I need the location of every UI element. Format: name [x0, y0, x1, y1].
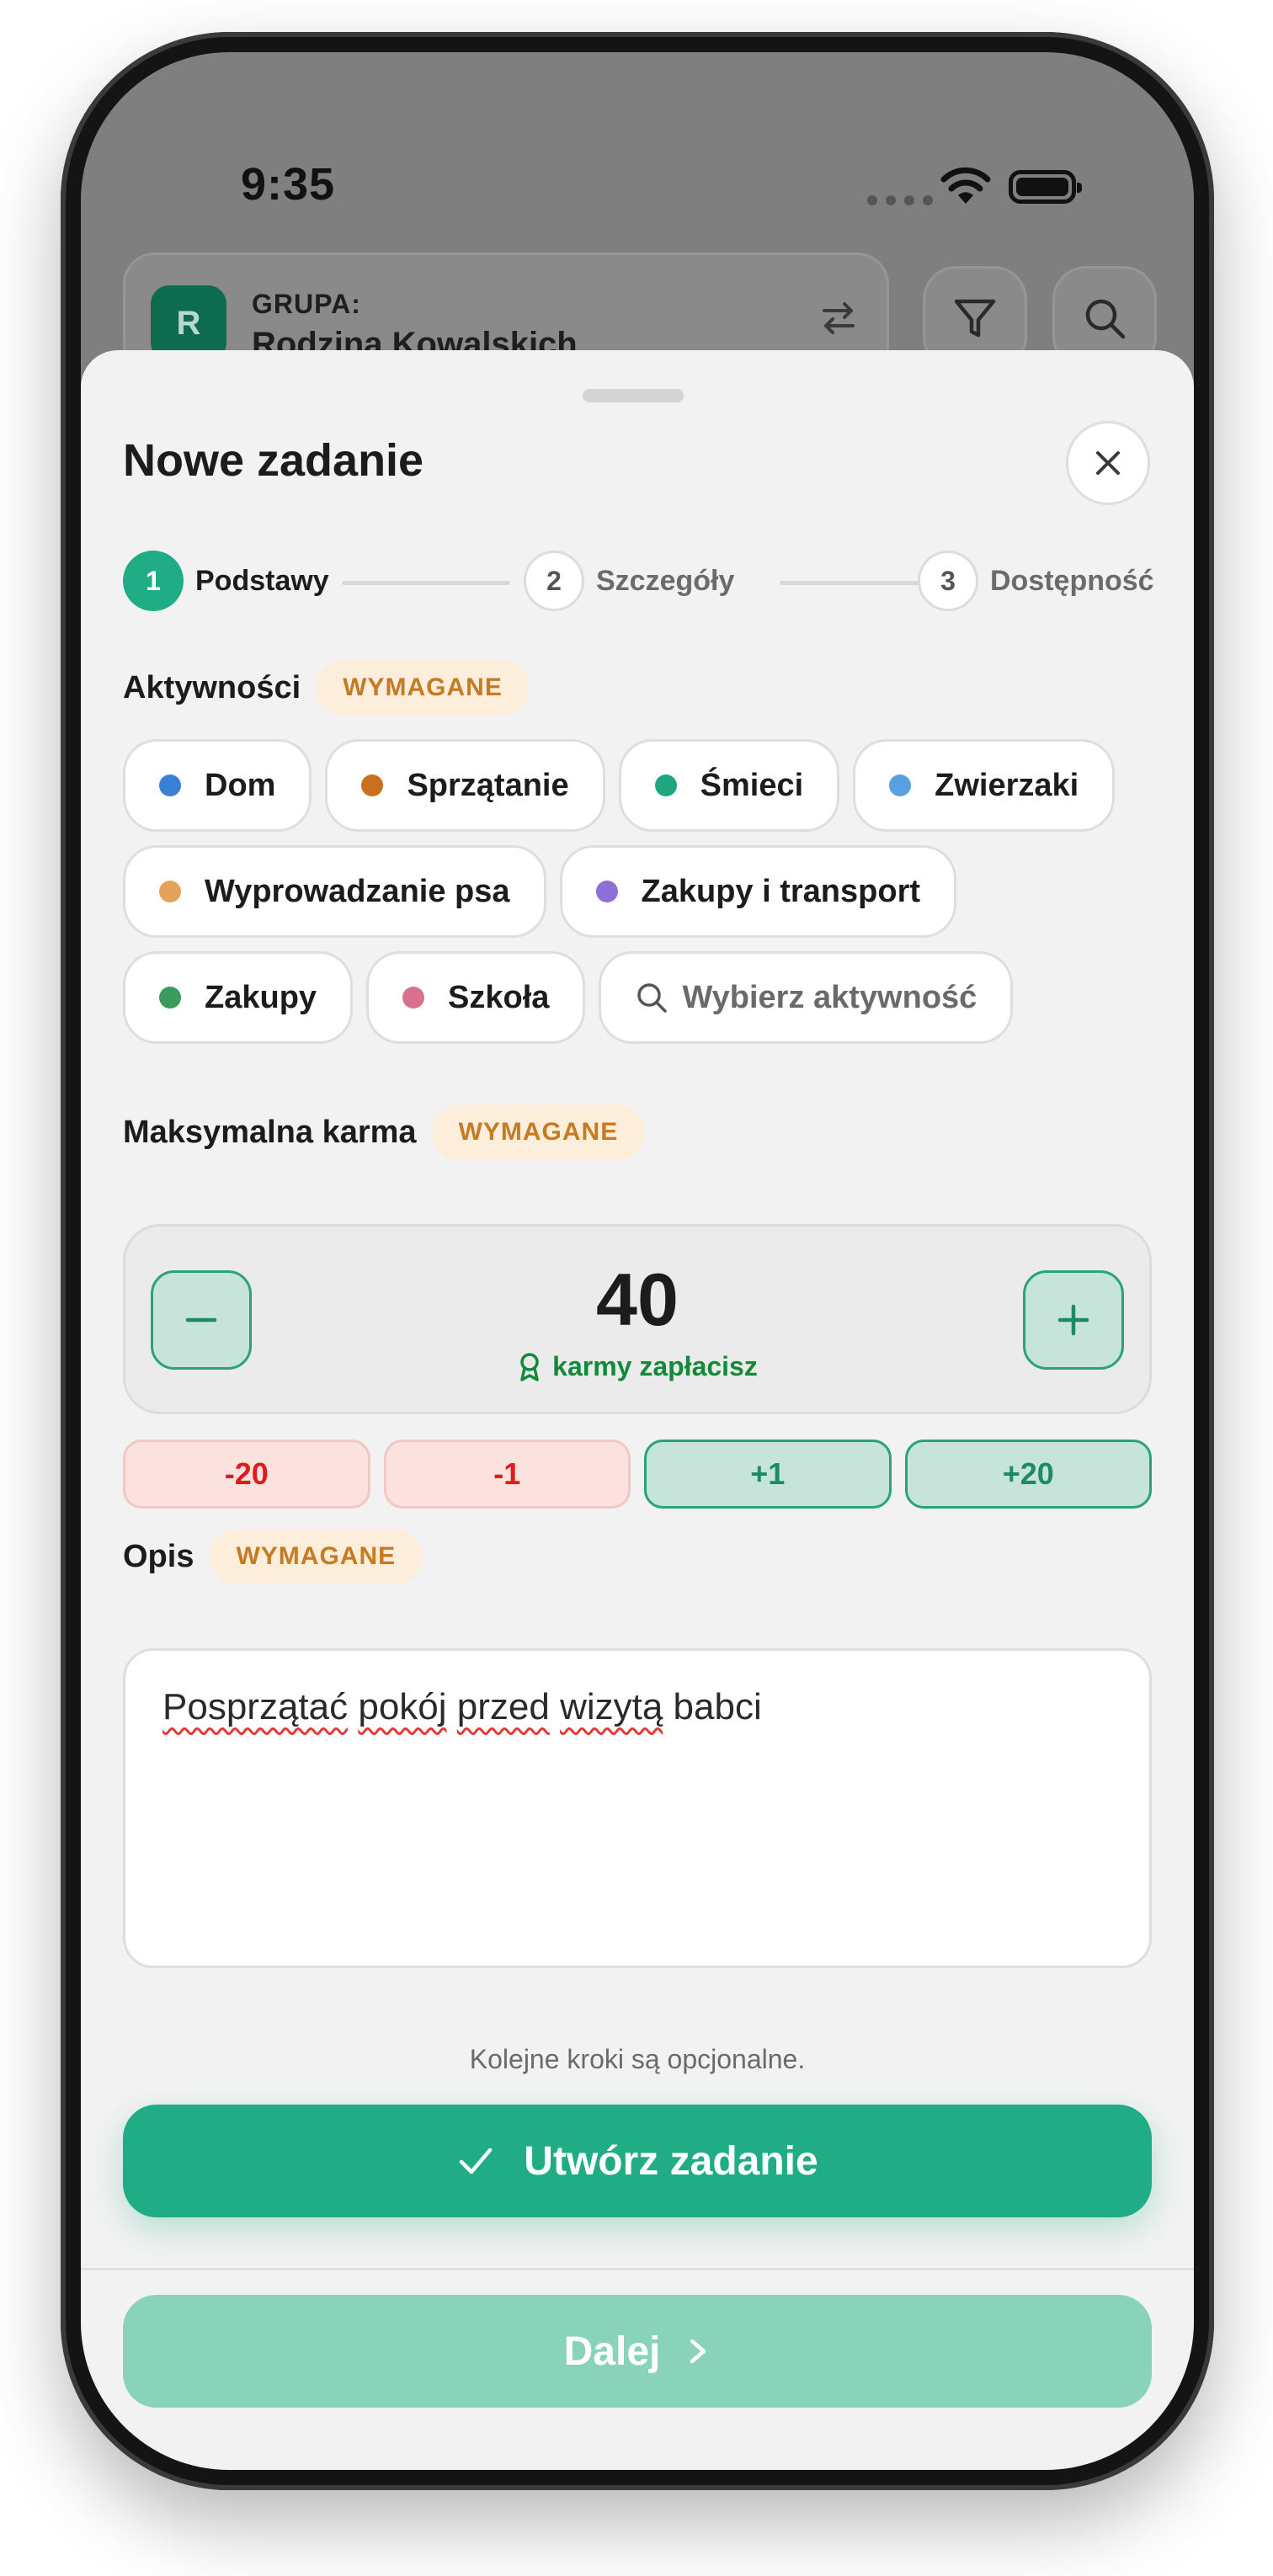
screen: 9:35 R GRUPA: Rodzina Kowalskich Nowe za… — [81, 52, 1194, 2470]
color-dot — [889, 774, 912, 796]
misspelled-word: pokój — [358, 1686, 447, 1727]
description-textarea[interactable]: Posprzątać pokój przed wizytą babci — [123, 1648, 1152, 1968]
step-1-number: 1 — [123, 551, 184, 611]
chip-label: Sprzątanie — [407, 767, 569, 803]
color-dot — [159, 774, 181, 796]
chip-label: Śmieci — [700, 767, 804, 803]
battery-icon — [1009, 170, 1082, 204]
karma-plus-20-button[interactable]: +20 — [904, 1440, 1152, 1509]
divider — [81, 2268, 1194, 2270]
chip-label: Dom — [205, 767, 276, 803]
checkmark-icon — [460, 2148, 493, 2174]
swap-icon — [823, 302, 855, 334]
step-2-label: Szczegóły — [596, 564, 735, 597]
color-dot — [654, 774, 677, 796]
activity-chip-dom[interactable]: Dom — [123, 739, 312, 832]
karma-minus-20-button[interactable]: -20 — [123, 1440, 370, 1509]
text-space — [550, 1686, 560, 1727]
karma-title: Maksymalna karma — [123, 1114, 417, 1150]
step-3-label: Dostępność — [990, 564, 1154, 597]
activity-chip-sprzatanie[interactable]: Sprzątanie — [325, 739, 605, 832]
activity-chip-zakupy-i-transport[interactable]: Zakupy i transport — [559, 845, 957, 938]
color-dot — [595, 881, 618, 902]
sheet-grabber[interactable] — [583, 389, 684, 402]
wifi-icon — [940, 167, 991, 204]
chevron-right-icon — [690, 2339, 706, 2364]
description-label: Opis WYMAGANE — [123, 1529, 423, 1584]
color-dot — [159, 881, 181, 902]
step-1-label: Podstawy — [195, 564, 329, 597]
group-label: GRUPA: — [252, 289, 361, 319]
activity-chip-zakupy[interactable]: Zakupy — [123, 951, 354, 1044]
phone-frame: 9:35 R GRUPA: Rodzina Kowalskich Nowe za… — [61, 32, 1214, 2490]
karma-plus-1-button[interactable]: +1 — [644, 1440, 892, 1509]
activity-search-placeholder: Wybierz aktywność — [682, 979, 977, 1015]
activity-chip-zwierzaki[interactable]: Zwierzaki — [853, 739, 1116, 832]
misspelled-word: wizytą — [560, 1686, 663, 1727]
karma-label: Maksymalna karma WYMAGANE — [123, 1104, 646, 1160]
chip-label: Zakupy i transport — [641, 873, 921, 909]
karma-value: 40 — [596, 1258, 679, 1341]
karma-minus-1-button[interactable]: -1 — [383, 1440, 631, 1509]
karma-caption: karmy zapłacisz — [552, 1351, 758, 1381]
required-badge: WYMAGANE — [316, 660, 530, 716]
close-icon — [1096, 451, 1120, 475]
color-dot — [361, 774, 384, 796]
misspelled-word: Posprzątać — [162, 1686, 349, 1727]
activities-title: Aktywności — [123, 669, 301, 705]
next-label: Dalej — [563, 2329, 661, 2374]
required-badge: WYMAGANE — [431, 1104, 646, 1160]
text-space — [348, 1686, 358, 1727]
new-task-sheet: Nowe zadanie 1 Podstawy 2 Szczegóły 3 Do… — [81, 350, 1194, 2470]
chip-label: Zakupy — [205, 979, 317, 1015]
chip-label: Szkoła — [448, 979, 550, 1015]
increment-button[interactable] — [1023, 1270, 1124, 1370]
color-dot — [159, 987, 181, 1009]
status-time: 9:35 — [241, 159, 336, 210]
step-1[interactable]: 1 Podstawy — [123, 551, 329, 611]
required-badge: WYMAGANE — [209, 1529, 423, 1584]
activity-chip-smieci[interactable]: Śmieci — [618, 739, 840, 832]
description-title: Opis — [123, 1538, 194, 1574]
create-task-button[interactable]: Utwórz zadanie — [123, 2105, 1152, 2217]
step-2-number: 2 — [524, 551, 584, 611]
activity-chip-szkola[interactable]: Szkoła — [366, 951, 586, 1044]
create-task-label: Utwórz zadanie — [524, 2138, 818, 2184]
karma-stepper: 40 karmy zapłacisz — [123, 1224, 1152, 1414]
award-icon — [520, 1352, 539, 1381]
filter-icon — [954, 299, 996, 338]
activity-chip-wyprowadzanie-psa[interactable]: Wyprowadzanie psa — [123, 845, 546, 938]
karma-caption-row: karmy zapłacisz — [125, 1351, 1149, 1382]
step-3-number: 3 — [918, 551, 978, 611]
color-dot — [402, 987, 425, 1009]
step-indicator: 1 Podstawy 2 Szczegóły 3 Dostępność — [123, 551, 1154, 615]
chip-label: Zwierzaki — [935, 767, 1079, 803]
step-2[interactable]: 2 Szczegóły — [524, 551, 734, 611]
next-button[interactable]: Dalej — [123, 2295, 1152, 2408]
step-3[interactable]: 3 Dostępność — [918, 551, 1154, 611]
optional-steps-hint: Kolejne kroki są opcjonalne. — [469, 2044, 806, 2074]
karma-quick-adjust: -20 -1 +1 +20 — [123, 1440, 1152, 1509]
step-connector — [342, 581, 510, 585]
search-icon — [637, 983, 668, 1013]
sheet-title: Nowe zadanie — [123, 435, 424, 486]
chip-label: Wyprowadzanie psa — [205, 873, 510, 909]
misspelled-word: przed — [456, 1686, 550, 1727]
activities-label: Aktywności WYMAGANE — [123, 660, 530, 716]
close-button[interactable] — [1066, 421, 1150, 505]
activity-chips: Dom Sprzątanie Śmieci Zwierzaki Wyprowad… — [123, 739, 1158, 1057]
plus-icon — [1057, 1304, 1089, 1336]
description-text: babci — [663, 1686, 762, 1727]
signal-icon — [867, 195, 933, 205]
activity-search-chip[interactable]: Wybierz aktywność — [599, 951, 1014, 1044]
text-space — [447, 1686, 457, 1727]
search-icon — [1085, 299, 1126, 339]
